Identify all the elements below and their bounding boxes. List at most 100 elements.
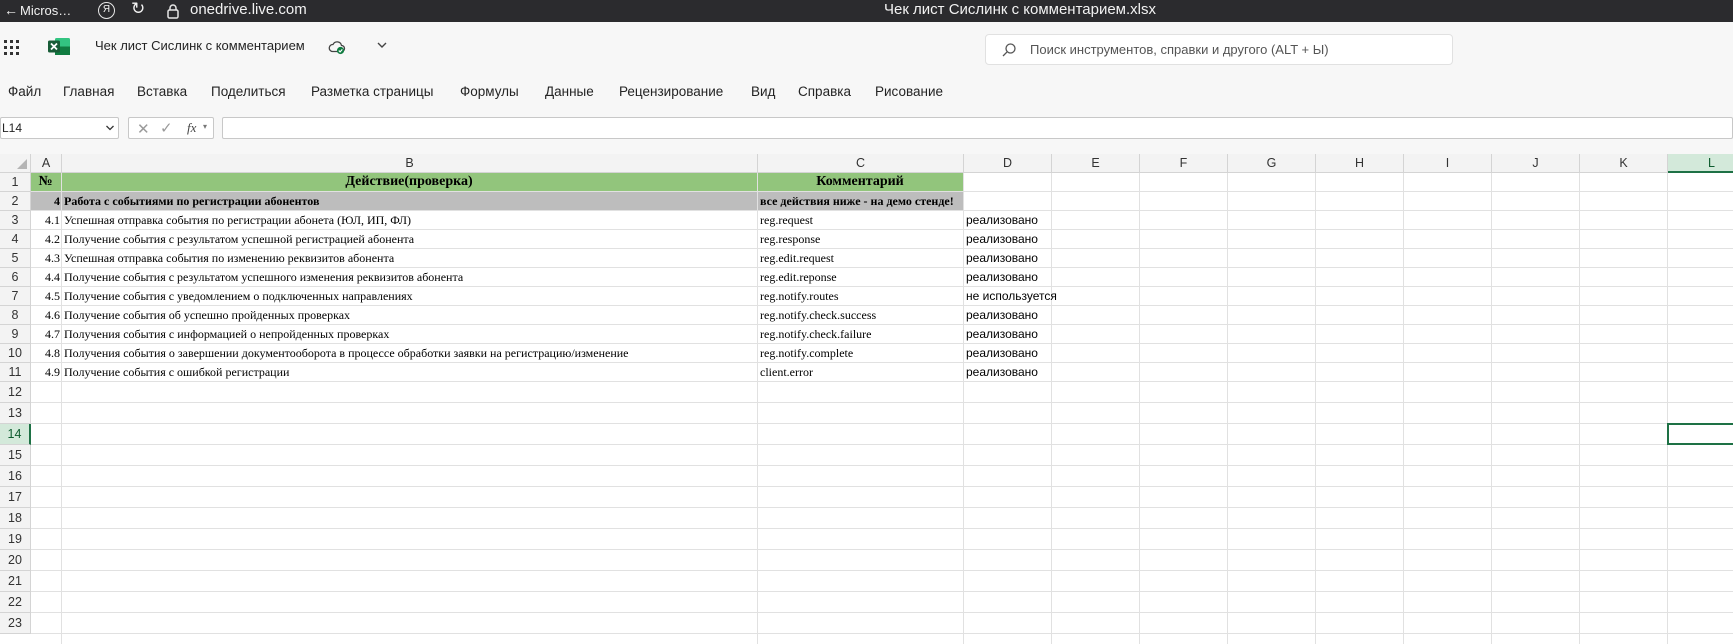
cell-a11[interactable]: 4.9 [31, 363, 62, 382]
cell-b6[interactable]: Получение события с результатом успешног… [62, 268, 758, 287]
insert-function-button[interactable]: fx [187, 120, 196, 136]
row-header-19[interactable]: 19 [0, 529, 31, 550]
row-header-21[interactable]: 21 [0, 571, 31, 592]
cell-d4[interactable]: реализовано [964, 230, 1052, 249]
cell-a8[interactable]: 4.6 [31, 306, 62, 325]
tab-home[interactable]: Главная [63, 84, 114, 99]
cell-c9[interactable]: reg.notify.check.failure [758, 325, 964, 344]
cell-b5[interactable]: Успешная отправка события по изменению р… [62, 249, 758, 268]
chevron-down-icon[interactable] [376, 39, 388, 51]
cell-a5[interactable]: 4.3 [31, 249, 62, 268]
row-header-23[interactable]: 23 [0, 613, 31, 634]
tab-data[interactable]: Данные [545, 84, 594, 99]
cell-b3[interactable]: Успешная отправка события по регистрации… [62, 211, 758, 230]
select-all-button[interactable] [0, 154, 31, 173]
column-header-h[interactable]: H [1316, 154, 1404, 173]
active-cell-selection[interactable] [1667, 423, 1733, 445]
row-header-8[interactable]: 8 [0, 306, 31, 325]
column-header-g[interactable]: G [1228, 154, 1316, 173]
chevron-down-icon[interactable] [105, 123, 115, 133]
cell-d6[interactable]: реализовано [964, 268, 1052, 287]
column-header-k[interactable]: K [1580, 154, 1668, 173]
excel-logo-icon[interactable] [48, 37, 70, 56]
tab-share[interactable]: Поделиться [211, 84, 286, 99]
column-header-b[interactable]: B [62, 154, 758, 173]
row-header-9[interactable]: 9 [0, 325, 31, 344]
row-header-3[interactable]: 3 [0, 211, 31, 230]
cell-b11[interactable]: Получение события с ошибкой регистрации [62, 363, 758, 382]
row-header-7[interactable]: 7 [0, 287, 31, 306]
cancel-icon[interactable]: ✕ [137, 120, 150, 138]
row-header-22[interactable]: 22 [0, 592, 31, 613]
cell-b8[interactable]: Получение события об успешно пройденных … [62, 306, 758, 325]
column-header-d[interactable]: D [964, 154, 1052, 173]
cell-b10[interactable]: Получения события о завершении документо… [62, 344, 758, 363]
cell-d10[interactable]: реализовано [964, 344, 1052, 363]
cell-d7[interactable]: не используется [964, 287, 1057, 306]
chevron-down-icon[interactable]: ▾ [203, 122, 207, 131]
row-header-13[interactable]: 13 [0, 403, 31, 424]
cell-d8[interactable]: реализовано [964, 306, 1052, 325]
cell-b4[interactable]: Получение события с результатом успешной… [62, 230, 758, 249]
cell-d9[interactable]: реализовано [964, 325, 1052, 344]
row-header-15[interactable]: 15 [0, 445, 31, 466]
cell-a2[interactable]: 4 [31, 192, 62, 211]
cell-b7[interactable]: Получение события с уведомлением о подкл… [62, 287, 758, 306]
row-header-2[interactable]: 2 [0, 192, 31, 211]
row-header-17[interactable]: 17 [0, 487, 31, 508]
cell-a4[interactable]: 4.2 [31, 230, 62, 249]
row-header-18[interactable]: 18 [0, 508, 31, 529]
cell-a9[interactable]: 4.7 [31, 325, 62, 344]
tab-help[interactable]: Справка [798, 84, 851, 99]
cell-a7[interactable]: 4.5 [31, 287, 62, 306]
cell-a6[interactable]: 4.4 [31, 268, 62, 287]
saved-to-cloud-icon[interactable] [328, 39, 346, 55]
column-header-j[interactable]: J [1492, 154, 1580, 173]
column-header-a[interactable]: A [31, 154, 62, 173]
row-header-10[interactable]: 10 [0, 344, 31, 363]
cell-c1[interactable]: Комментарий [758, 173, 964, 192]
name-box[interactable]: L14 [0, 117, 119, 139]
cell-c7[interactable]: reg.notify.routes [758, 287, 964, 306]
cell-a10[interactable]: 4.8 [31, 344, 62, 363]
cell-d11[interactable]: реализовано [964, 363, 1052, 382]
row-header-14[interactable]: 14 [0, 424, 31, 445]
row-header-16[interactable]: 16 [0, 466, 31, 487]
cell-a3[interactable]: 4.1 [31, 211, 62, 230]
tab-draw[interactable]: Рисование [875, 84, 943, 99]
row-header-5[interactable]: 5 [0, 249, 31, 268]
column-header-f[interactable]: F [1140, 154, 1228, 173]
tab-insert[interactable]: Вставка [137, 84, 187, 99]
tab-formulas[interactable]: Формулы [460, 84, 519, 99]
document-name[interactable]: Чек лист Сислинк с комментарием [95, 38, 305, 53]
tab-review[interactable]: Рецензирование [619, 84, 723, 99]
cell-b9[interactable]: Получения события с информацией о непрой… [62, 325, 758, 344]
cell-a1[interactable]: № [31, 173, 62, 192]
enter-icon[interactable]: ✓ [160, 119, 173, 137]
cell-c10[interactable]: reg.notify.complete [758, 344, 964, 363]
spreadsheet-grid[interactable]: A B C D E F G H I J K L 1 2 3 4 5 6 7 8 9 10 11 12 13 14 15 16 17 18 1… [0, 154, 1733, 644]
cell-c6[interactable]: reg.edit.reponse [758, 268, 964, 287]
cell-d3[interactable]: реализовано [964, 211, 1052, 230]
formula-input[interactable] [222, 117, 1733, 139]
row-header-4[interactable]: 4 [0, 230, 31, 249]
row-header-20[interactable]: 20 [0, 550, 31, 571]
tab-page-layout[interactable]: Разметка страницы [311, 84, 433, 99]
cell-c8[interactable]: reg.notify.check.success [758, 306, 964, 325]
cell-c5[interactable]: reg.edit.request [758, 249, 964, 268]
column-header-l[interactable]: L [1668, 154, 1733, 173]
cell-c11[interactable]: client.error [758, 363, 964, 382]
row-header-12[interactable]: 12 [0, 382, 31, 403]
search-box[interactable]: Поиск инструментов, справки и другого (A… [985, 34, 1453, 65]
row-header-11[interactable]: 11 [0, 363, 31, 382]
column-header-i[interactable]: I [1404, 154, 1492, 173]
cell-d5[interactable]: реализовано [964, 249, 1052, 268]
tab-view[interactable]: Вид [751, 84, 775, 99]
app-launcher-icon[interactable] [4, 40, 19, 55]
column-header-c[interactable]: C [758, 154, 964, 173]
cell-b2[interactable]: Работа с событиями по регистрации абонен… [62, 192, 758, 211]
cell-c2[interactable]: все действия ниже - на демо стенде! [758, 192, 964, 211]
cell-c3[interactable]: reg.request [758, 211, 964, 230]
row-header-1[interactable]: 1 [0, 173, 31, 192]
cell-b1[interactable]: Действие(проверка) [62, 173, 758, 192]
